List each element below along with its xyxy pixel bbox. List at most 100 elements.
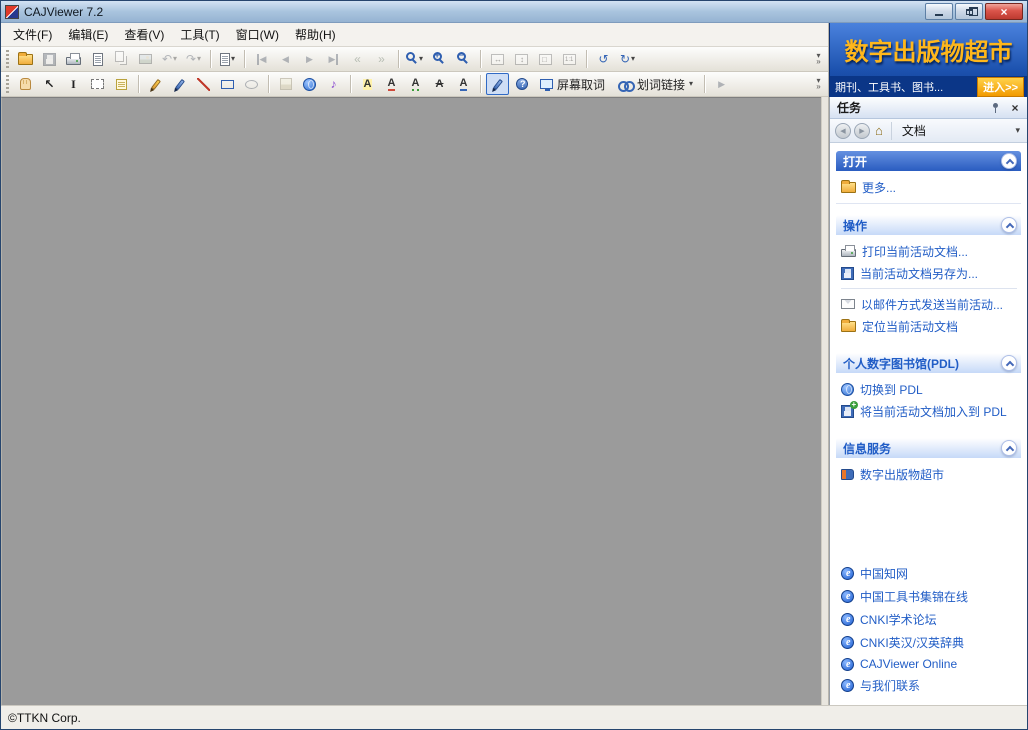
prev-view-button[interactable]: « — [346, 48, 369, 70]
pencil-tool-button[interactable] — [144, 73, 167, 95]
menu-view[interactable]: 查看(V) — [116, 22, 172, 47]
section-header-pdl[interactable]: 个人数字图书馆(PDL) — [836, 353, 1021, 373]
hyperlink-tool-button[interactable] — [298, 73, 321, 95]
select-tool-button[interactable]: ↖ — [38, 73, 61, 95]
toolbar-overflow-button[interactable]: ▾» — [812, 53, 825, 66]
zoom-in-button[interactable] — [428, 48, 451, 70]
redo-button[interactable]: ↷▾ — [182, 48, 205, 70]
task-item-email-doc[interactable]: 以邮件方式发送当前活动... — [841, 293, 1019, 315]
task-item-locate-doc[interactable]: 定位当前活动文档 — [841, 315, 1019, 337]
link-contact-us[interactable]: 与我们联系 — [841, 674, 1019, 697]
toolbar-overflow-button[interactable]: ▾» — [812, 78, 825, 91]
section-header-open[interactable]: 打开 — [836, 151, 1021, 171]
image-select-button[interactable] — [86, 73, 109, 95]
next-page-button[interactable]: ▶ — [298, 48, 321, 70]
undo-button[interactable]: ↶▾ — [158, 48, 181, 70]
link-cnki-dictionary[interactable]: CNKI英汉/汉英辞典 — [841, 631, 1019, 654]
print-button[interactable] — [62, 48, 85, 70]
menu-file[interactable]: 文件(F) — [5, 22, 60, 47]
menu-edit[interactable]: 编辑(E) — [60, 22, 116, 47]
fit-height-button[interactable] — [510, 48, 533, 70]
web-links: 中国知网 中国工具书集锦在线 CNKI学术论坛 CNKI英汉/汉英辞典 — [836, 560, 1021, 701]
help-button[interactable] — [510, 73, 533, 95]
bookstore-icon — [841, 469, 854, 480]
highlight-tool-button[interactable] — [274, 73, 297, 95]
link-cnki[interactable]: 中国知网 — [841, 562, 1019, 585]
panel-splitter[interactable] — [821, 97, 828, 705]
print-preview-button[interactable] — [86, 48, 109, 70]
prev-page-button[interactable]: ◀ — [274, 48, 297, 70]
save-button[interactable] — [38, 48, 61, 70]
task-item-more[interactable]: 更多... — [841, 176, 1019, 198]
fit-width-button[interactable] — [486, 48, 509, 70]
collapse-chevron-icon[interactable] — [1001, 153, 1017, 169]
ellipse-icon — [245, 80, 258, 89]
sound-tool-button[interactable]: ♪ — [322, 73, 345, 95]
snapshot-button[interactable] — [134, 48, 157, 70]
fit-page-button[interactable] — [534, 48, 557, 70]
hand-tool-button[interactable] — [14, 73, 37, 95]
play-button[interactable]: ▶ — [710, 73, 733, 95]
mail-icon — [841, 299, 855, 309]
close-button[interactable]: × — [985, 3, 1023, 20]
titlebar[interactable]: CAJViewer 7.2 × — [1, 1, 1027, 23]
task-panel-title: 任务 — [837, 99, 861, 116]
underline-annotation-button[interactable]: A — [380, 73, 403, 95]
rotate-right-button[interactable]: ↻▾ — [616, 48, 639, 70]
word-link-button[interactable]: 划词链接 ▾ — [612, 73, 699, 95]
actual-size-button[interactable] — [558, 48, 581, 70]
minimize-button[interactable] — [925, 3, 953, 20]
menu-tools[interactable]: 工具(T) — [172, 22, 227, 47]
annotation-select-button[interactable] — [110, 73, 133, 95]
toolbar-grip[interactable] — [6, 50, 9, 68]
pin-panel-button[interactable] — [987, 100, 1003, 116]
strikeout-annotation-button[interactable]: A — [428, 73, 451, 95]
task-item-add-to-pdl[interactable]: 将当前活动文档加入到 PDL — [841, 400, 1019, 422]
word-capture-toggle[interactable] — [486, 73, 509, 95]
nav-back-button[interactable]: ◀ — [835, 123, 851, 139]
link-reference-books-online[interactable]: 中国工具书集锦在线 — [841, 585, 1019, 608]
toolbar-grip[interactable] — [6, 75, 9, 93]
task-item-print-current[interactable]: 打印当前活动文档... — [841, 240, 1019, 262]
nav-forward-button[interactable]: ▶ — [854, 123, 870, 139]
collapse-chevron-icon[interactable] — [1001, 440, 1017, 456]
prev-page-icon: ◀ — [282, 54, 289, 65]
menu-help[interactable]: 帮助(H) — [287, 22, 344, 47]
copy-button[interactable] — [110, 48, 133, 70]
first-page-button[interactable]: ◀ — [250, 48, 273, 70]
collapse-chevron-icon[interactable] — [1001, 355, 1017, 371]
task-item-switch-pdl[interactable]: 切换到 PDL — [841, 378, 1019, 400]
link-cajviewer-online[interactable]: CAJViewer Online — [841, 654, 1019, 674]
nav-home-button[interactable]: ⌂ — [873, 124, 885, 137]
collapse-chevron-icon[interactable] — [1001, 217, 1017, 233]
image-select-icon — [91, 79, 104, 89]
line-tool-button[interactable] — [192, 73, 215, 95]
restore-button[interactable] — [955, 3, 983, 20]
promo-banner[interactable]: 数字出版物超市 期刊、工具书、图书... 进入>> — [829, 23, 1027, 97]
screen-word-capture-button[interactable]: 屏幕取词 — [534, 73, 611, 95]
zoom-button[interactable]: ▾ — [404, 48, 427, 70]
pane-selector-dropdown[interactable]: 文档 ▾ — [891, 122, 1022, 140]
section-header-info-services[interactable]: 信息服务 — [836, 438, 1021, 458]
squiggly-annotation-button[interactable]: A — [404, 73, 427, 95]
open-button[interactable] — [14, 48, 37, 70]
section-header-actions[interactable]: 操作 — [836, 215, 1021, 235]
text-select-button[interactable]: I — [62, 73, 85, 95]
goto-page-button[interactable]: ▾ — [216, 48, 239, 70]
promo-enter-button[interactable]: 进入>> — [977, 77, 1024, 97]
caret-annotation-button[interactable]: A — [452, 73, 475, 95]
rotate-left-button[interactable]: ↺ — [592, 48, 615, 70]
task-item-digital-market[interactable]: 数字出版物超市 — [841, 463, 1019, 485]
menu-window[interactable]: 窗口(W) — [228, 22, 287, 47]
brush-tool-button[interactable] — [168, 73, 191, 95]
task-item-save-as[interactable]: 当前活动文档另存为... — [841, 262, 1019, 284]
next-view-button[interactable]: » — [370, 48, 393, 70]
link-cnki-forum[interactable]: CNKI学术论坛 — [841, 608, 1019, 631]
zoom-out-button[interactable] — [452, 48, 475, 70]
text-note-button[interactable]: A — [356, 73, 379, 95]
last-page-button[interactable]: ▶ — [322, 48, 345, 70]
rectangle-tool-button[interactable] — [216, 73, 239, 95]
close-panel-button[interactable]: × — [1007, 100, 1023, 116]
ellipse-tool-button[interactable] — [240, 73, 263, 95]
goto-page-icon — [220, 53, 230, 66]
